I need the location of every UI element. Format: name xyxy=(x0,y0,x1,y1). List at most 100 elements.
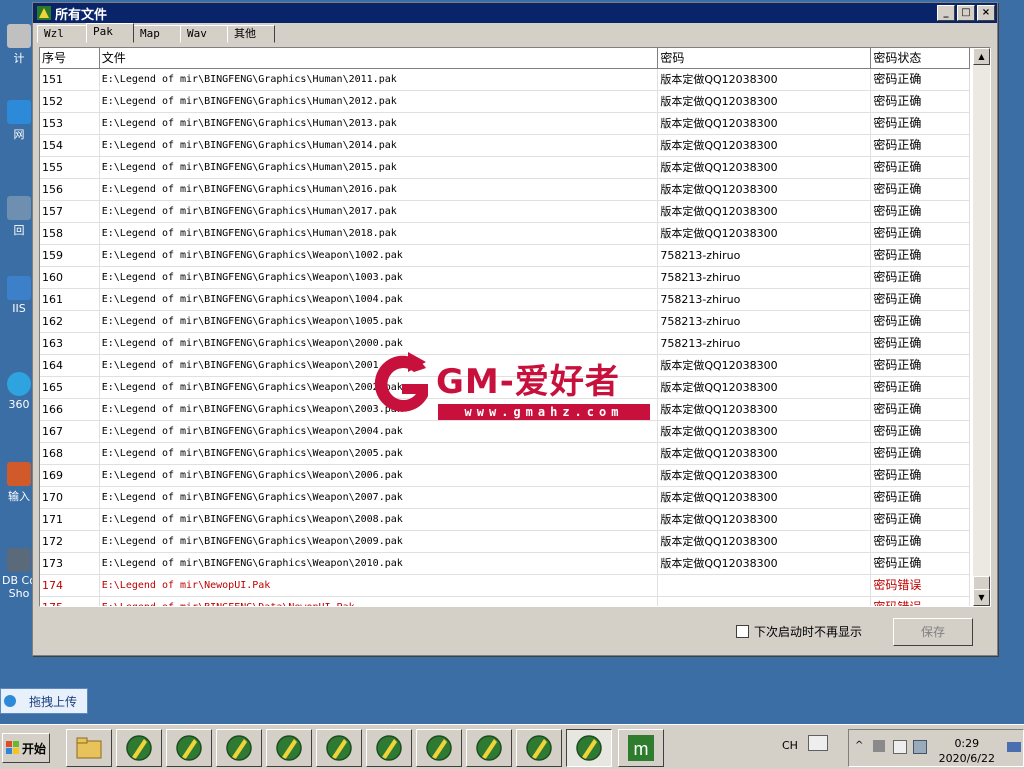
table-row[interactable]: 174 E:\Legend of mir\NewopUI.Pak 密码错误 xyxy=(40,575,970,597)
save-button[interactable]: 保存 xyxy=(893,618,973,646)
row-file-path: E:\Legend of mir\BINGFENG\Graphics\Human… xyxy=(100,157,659,178)
row-status: 密码正确 xyxy=(871,531,970,552)
desktop-icon-label: 回 xyxy=(13,224,25,237)
tray-expand-icon[interactable]: ^ xyxy=(855,740,863,751)
taskbar-app-button[interactable] xyxy=(166,729,212,767)
tab-pak[interactable]: Pak xyxy=(86,23,134,43)
taskbar-app-button[interactable] xyxy=(366,729,412,767)
table-row[interactable]: 172 E:\Legend of mir\BINGFENG\Graphics\We… xyxy=(40,531,970,553)
table-row[interactable]: 156 E:\Legend of mir\BINGFENG\Graphics\Hu… xyxy=(40,179,970,201)
table-row[interactable]: 161 E:\Legend of mir\BINGFENG\Graphics\We… xyxy=(40,289,970,311)
start-button[interactable]: 开始 xyxy=(2,733,50,763)
row-password: 版本定做QQ12038300 xyxy=(658,91,872,112)
row-status: 密码正确 xyxy=(871,201,970,222)
row-index: 169 xyxy=(40,465,100,486)
row-status: 密码正确 xyxy=(871,487,970,508)
maximize-button[interactable]: □ xyxy=(957,5,975,21)
table-row[interactable]: 171 E:\Legend of mir\BINGFENG\Graphics\We… xyxy=(40,509,970,531)
taskbar-app-button[interactable] xyxy=(566,729,612,767)
table-row[interactable]: 151 E:\Legend of mir\BINGFENG\Graphics\Hu… xyxy=(40,69,970,91)
row-index: 175 xyxy=(40,597,100,606)
taskbar-app-button[interactable] xyxy=(466,729,512,767)
speaker-muted-icon[interactable] xyxy=(873,740,885,752)
app-icon xyxy=(37,6,51,20)
taskbar-app-button[interactable] xyxy=(216,729,262,767)
table-row[interactable]: 169 E:\Legend of mir\BINGFENG\Graphics\We… xyxy=(40,465,970,487)
table-header: 序号 文件 密码 密码状态 xyxy=(40,48,970,69)
row-file-path: E:\Legend of mir\BINGFENG\Graphics\Weapo… xyxy=(100,553,659,574)
row-file-path: E:\Legend of mir\BINGFENG\Graphics\Weapo… xyxy=(100,421,659,442)
taskbar-app-button[interactable] xyxy=(416,729,462,767)
row-index: 152 xyxy=(40,91,100,112)
row-file-path: E:\Legend of mir\BINGFENG\Graphics\Human… xyxy=(100,223,659,244)
taskbar-explorer-button[interactable] xyxy=(66,729,112,767)
taskbar-app-button[interactable] xyxy=(516,729,562,767)
table-row[interactable]: 162 E:\Legend of mir\BINGFENG\Graphics\We… xyxy=(40,311,970,333)
taskbar-app-button[interactable] xyxy=(116,729,162,767)
scroll-up-button[interactable]: ▲ xyxy=(973,48,990,65)
row-status: 密码正确 xyxy=(871,509,970,530)
row-index: 166 xyxy=(40,399,100,420)
network-icon xyxy=(7,100,31,124)
table-row[interactable]: 170 E:\Legend of mir\BINGFENG\Graphics\We… xyxy=(40,487,970,509)
table-row[interactable]: 167 E:\Legend of mir\BINGFENG\Graphics\We… xyxy=(40,421,970,443)
tab-wav[interactable]: Wav xyxy=(180,25,228,43)
column-header-password[interactable]: 密码 xyxy=(658,48,872,68)
clock-time: 0:29 xyxy=(954,737,980,750)
column-header-status[interactable]: 密码状态 xyxy=(871,48,970,68)
title-bar[interactable]: 所有文件 _ □ × xyxy=(33,3,997,23)
row-password: 版本定做QQ12038300 xyxy=(658,531,872,552)
taskbar-app-button[interactable] xyxy=(316,729,362,767)
dont-show-again-checkbox[interactable] xyxy=(736,625,749,638)
column-header-index[interactable]: 序号 xyxy=(40,48,100,68)
desktop-icon-label: DB Co Sho xyxy=(2,574,36,600)
table-row[interactable]: 158 E:\Legend of mir\BINGFENG\Graphics\Hu… xyxy=(40,223,970,245)
row-status: 密码正确 xyxy=(871,311,970,332)
row-password: 版本定做QQ12038300 xyxy=(658,443,872,464)
table-row[interactable]: 157 E:\Legend of mir\BINGFENG\Graphics\Hu… xyxy=(40,201,970,223)
row-file-path: E:\Legend of mir\BINGFENG\Data\NewopUI.P… xyxy=(100,597,659,606)
vertical-scrollbar[interactable]: ▲ ▼ xyxy=(973,48,990,606)
row-file-path: E:\Legend of mir\BINGFENG\Graphics\Human… xyxy=(100,113,659,134)
row-password: 758213-zhiruo xyxy=(658,311,872,332)
language-indicator[interactable]: CH xyxy=(782,739,798,752)
keyboard-icon[interactable] xyxy=(808,735,828,751)
table-row[interactable]: 175E:\Legend of mir\BINGFENG\Data\NewopU… xyxy=(40,597,970,606)
table-row[interactable]: 153 E:\Legend of mir\BINGFENG\Graphics\Hu… xyxy=(40,113,970,135)
clock[interactable]: 0:29 2020/6/22 xyxy=(939,736,995,766)
table-row[interactable]: 159 E:\Legend of mir\BINGFENG\Graphics\We… xyxy=(40,245,970,267)
folder-icon xyxy=(76,737,102,759)
scroll-down-button[interactable]: ▼ xyxy=(973,589,990,606)
drag-upload-label: 拖拽上传 xyxy=(29,694,78,709)
table-row[interactable]: 160 E:\Legend of mir\BINGFENG\Graphics\We… xyxy=(40,267,970,289)
table-row[interactable]: 154 E:\Legend of mir\BINGFENG\Graphics\Hu… xyxy=(40,135,970,157)
row-password: 版本定做QQ12038300 xyxy=(658,201,872,222)
table-row[interactable]: 155 E:\Legend of mir\BINGFENG\Graphics\Hu… xyxy=(40,157,970,179)
table-row[interactable]: 173 E:\Legend of mir\BINGFENG\Graphics\We… xyxy=(40,553,970,575)
tab-other[interactable]: 其他 xyxy=(227,25,275,43)
dont-show-again-option[interactable]: 下次启动时不再显示 xyxy=(736,623,862,640)
show-desktop-icon[interactable] xyxy=(1007,742,1021,752)
row-password: 版本定做QQ12038300 xyxy=(658,355,872,376)
table-row[interactable]: 152 E:\Legend of mir\BINGFENG\Graphics\Hu… xyxy=(40,91,970,113)
row-index: 164 xyxy=(40,355,100,376)
row-status: 密码正确 xyxy=(871,355,970,376)
row-status: 密码正确 xyxy=(871,333,970,354)
taskbar-app-button[interactable]: m xyxy=(618,729,664,767)
row-index: 162 xyxy=(40,311,100,332)
tab-map[interactable]: Map xyxy=(133,25,181,43)
drag-upload-button[interactable]: 拖拽上传 xyxy=(0,688,88,714)
taskbar-app-button[interactable] xyxy=(266,729,312,767)
clock-date: 2020/6/22 xyxy=(938,752,995,765)
column-header-file[interactable]: 文件 xyxy=(100,48,659,68)
tab-wzl[interactable]: Wzl xyxy=(37,25,87,43)
row-index: 155 xyxy=(40,157,100,178)
minimize-button[interactable]: _ xyxy=(937,5,955,21)
desktop-icon-label: IIS xyxy=(12,302,26,315)
close-button[interactable]: × xyxy=(977,5,995,21)
flag-icon[interactable] xyxy=(893,740,907,754)
network-tray-icon[interactable] xyxy=(913,740,927,754)
game-launcher-icon xyxy=(226,735,252,761)
table-row[interactable]: 168 E:\Legend of mir\BINGFENG\Graphics\We… xyxy=(40,443,970,465)
desktop-icon-label: 360 xyxy=(8,398,30,411)
